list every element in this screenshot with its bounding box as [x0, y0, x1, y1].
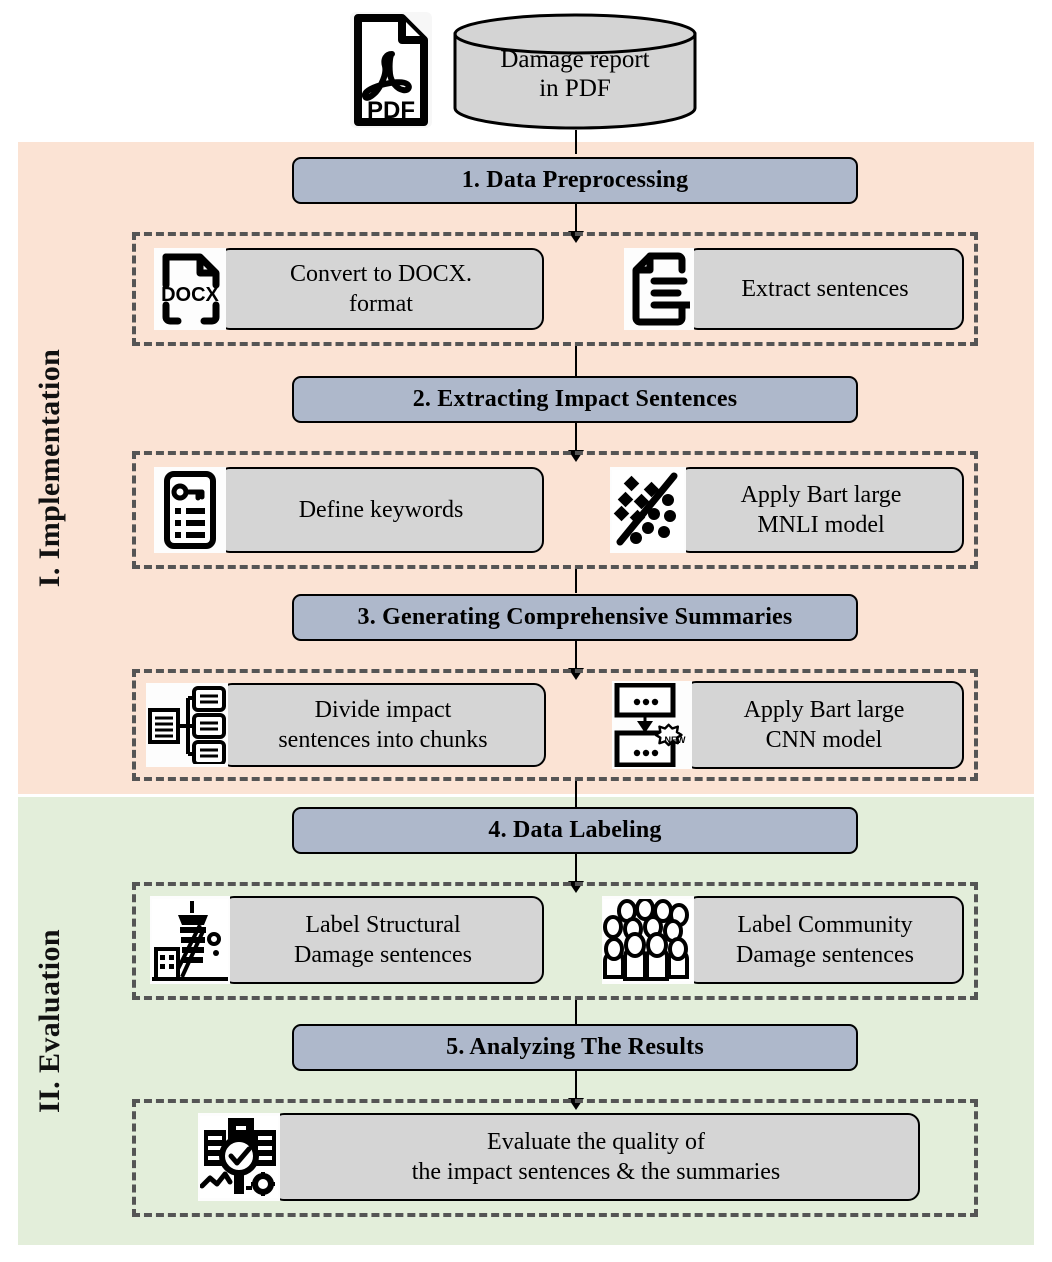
step-4-header[interactable]: 4. Data Labeling: [292, 807, 858, 854]
task-convert-line1: Convert to DOCX.: [290, 261, 472, 287]
task-keywords-line1: Define keywords: [298, 497, 464, 523]
task-convert-to-docx-label: Convert to DOCX. format: [218, 248, 544, 330]
task-chunks-line2: sentences into chunks: [278, 727, 488, 753]
connector-step4-to-step5: [575, 1000, 577, 1024]
docx-file-icon: DOCX: [154, 248, 226, 330]
task-divide-chunks[interactable]: Divide impact sentences into chunks: [146, 683, 546, 767]
task-label-community-label: Label Community Damage sentences: [686, 896, 964, 984]
task-extract-sentences-label: Extract sentences: [686, 248, 964, 330]
task-label-community[interactable]: Label Community Damage sentences: [602, 896, 964, 984]
task-chunks-line1: Divide impact: [314, 697, 452, 723]
step-3-task-group: Divide impact sentences into chunks NEW …: [132, 669, 978, 781]
task-community-line2: Damage sentences: [736, 942, 914, 968]
section-label-evaluation: II. Evaluation: [18, 797, 82, 1245]
task-evaluate-line1: Evaluate the quality of: [487, 1129, 705, 1155]
connector-step4-to-tasks: [568, 854, 584, 893]
pdf-file-icon: PDF: [348, 10, 434, 130]
task-apply-bart-mnli[interactable]: Apply Bart large MNLI model: [610, 467, 964, 553]
step-2-header[interactable]: 2. Extracting Impact Sentences: [292, 376, 858, 423]
step-5-header[interactable]: 5. Analyzing The Results: [292, 1024, 858, 1071]
task-apply-bart-cnn-label: Apply Bart large CNN model: [684, 681, 964, 769]
task-mnli-line2: MNLI model: [757, 512, 885, 538]
section-label-evaluation-text: II. Evaluation: [33, 929, 66, 1113]
task-label-structural[interactable]: Label Structural Damage sentences: [150, 896, 544, 984]
source-row: PDF Damage report in PDF: [0, 4, 1052, 154]
task-apply-bart-cnn[interactable]: NEW Apply Bart large CNN model: [612, 681, 964, 769]
task-cnn-line2: CNN model: [765, 727, 883, 753]
database-cylinder: Damage report in PDF: [452, 12, 698, 130]
classification-scatter-icon: [610, 467, 686, 553]
task-evaluate-quality[interactable]: Evaluate the quality of the impact sente…: [198, 1113, 920, 1201]
task-evaluate-line2: the impact sentences & the summaries: [411, 1159, 781, 1185]
connector-step3-to-tasks: [568, 641, 584, 680]
task-apply-bart-mnli-label: Apply Bart large MNLI model: [678, 467, 964, 553]
step-3-title: 3. Generating Comprehensive Summaries: [357, 604, 793, 630]
step-1-title: 1. Data Preprocessing: [461, 167, 689, 193]
step-1-header[interactable]: 1. Data Preprocessing: [292, 157, 858, 204]
database-label: Damage report in PDF: [452, 46, 698, 104]
task-extract-sentences[interactable]: Extract sentences: [624, 248, 964, 330]
connector-step5-to-tasks: [568, 1071, 584, 1110]
section-label-implementation: I. Implementation: [18, 142, 82, 794]
task-divide-chunks-label: Divide impact sentences into chunks: [220, 683, 546, 767]
task-structural-line1: Label Structural: [305, 912, 461, 938]
task-convert-to-docx[interactable]: DOCX Convert to DOCX. format: [154, 248, 544, 330]
svg-text:PDF: PDF: [367, 97, 415, 124]
connector-source-to-step1: [575, 130, 577, 154]
task-structural-line2: Damage sentences: [294, 942, 472, 968]
evaluation-analysis-icon: [198, 1113, 280, 1201]
step-3-header[interactable]: 3. Generating Comprehensive Summaries: [292, 594, 858, 641]
step-2-task-group: Define keywords Apply Bart large MNLI mo…: [132, 451, 978, 569]
summarize-new-icon: NEW: [612, 681, 692, 769]
connector-step2-to-tasks: [568, 423, 584, 462]
database-label-line1: Damage report: [500, 46, 650, 73]
svg-text:DOCX: DOCX: [161, 284, 219, 306]
keyword-list-icon: [154, 467, 226, 553]
document-chunking-icon: [146, 683, 228, 767]
step-4-title: 4. Data Labeling: [488, 817, 662, 843]
section-label-implementation-text: I. Implementation: [33, 348, 66, 588]
task-convert-line2: format: [349, 291, 413, 317]
damaged-building-icon: [150, 896, 230, 984]
database-label-line2: in PDF: [539, 74, 611, 102]
extract-sentences-document-icon: [624, 248, 694, 330]
step-4-task-group: Label Structural Damage sentences Label …: [132, 882, 978, 1000]
step-5-task-group: Evaluate the quality of the impact sente…: [132, 1099, 978, 1217]
connector-step2-to-step3: [575, 569, 577, 593]
task-extract-line1: Extract sentences: [741, 276, 909, 302]
step-2-title: 2. Extracting Impact Sentences: [412, 386, 738, 412]
task-evaluate-quality-label: Evaluate the quality of the impact sente…: [272, 1113, 920, 1201]
community-people-icon: [602, 896, 694, 984]
process-flow-diagram: I. Implementation II. Evaluation PDF Dam…: [0, 0, 1052, 1262]
task-define-keywords[interactable]: Define keywords: [154, 467, 544, 553]
task-label-structural-label: Label Structural Damage sentences: [222, 896, 544, 984]
step-1-task-group: DOCX Convert to DOCX. format Extract sen…: [132, 232, 978, 346]
connector-step3-to-step4: [575, 781, 577, 807]
task-define-keywords-label: Define keywords: [218, 467, 544, 553]
step-5-title: 5. Analyzing The Results: [446, 1034, 704, 1060]
connector-step1-to-tasks: [568, 204, 584, 243]
task-cnn-line1: Apply Bart large: [743, 697, 905, 723]
task-community-line1: Label Community: [737, 912, 913, 938]
task-mnli-line1: Apply Bart large: [740, 482, 902, 508]
connector-step1-to-step2: [575, 346, 577, 376]
svg-text:NEW: NEW: [665, 735, 687, 745]
